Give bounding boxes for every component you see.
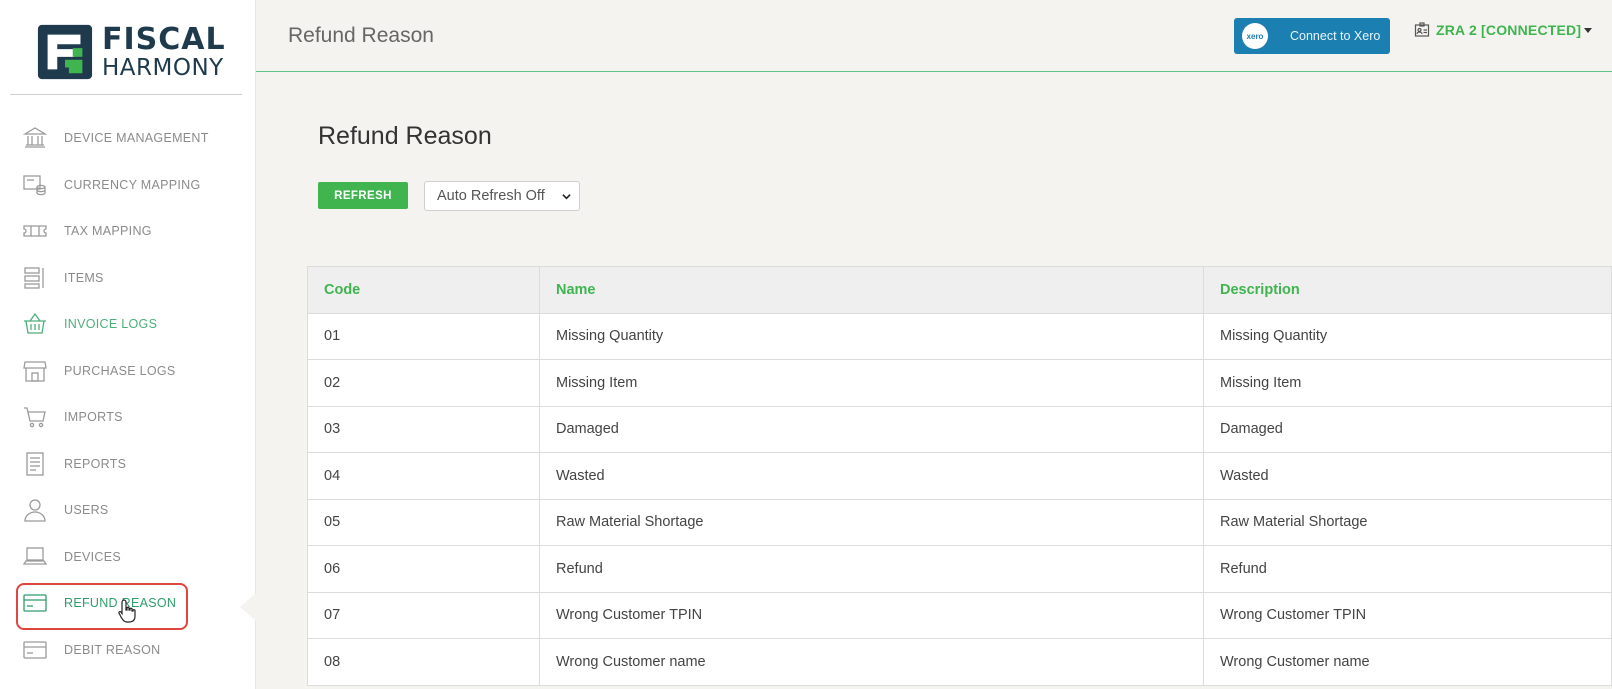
table-row[interactable]: 06 Refund Refund bbox=[307, 545, 1612, 593]
table-row[interactable]: 08 Wrong Customer name Wrong Customer na… bbox=[307, 638, 1612, 686]
cell-description: Wrong Customer name bbox=[1203, 638, 1612, 686]
brand-word-harmony: HARMONY bbox=[102, 54, 224, 81]
sidebar-item-reports[interactable]: REPORTS bbox=[0, 441, 256, 488]
currency-icon bbox=[22, 172, 48, 198]
table-row[interactable]: 03 Damaged Damaged bbox=[307, 406, 1612, 453]
ticket-icon bbox=[22, 218, 48, 244]
cell-description: Wasted bbox=[1203, 452, 1612, 500]
cell-description: Missing Item bbox=[1203, 359, 1612, 407]
sidebar-item-label: TAX MAPPING bbox=[64, 224, 152, 239]
sidebar-item-label: DEVICES bbox=[64, 549, 121, 564]
active-item-pointer bbox=[240, 593, 256, 621]
chevron-down-icon bbox=[562, 194, 571, 200]
column-header-description[interactable]: Description bbox=[1203, 266, 1612, 314]
cell-description: Wrong Customer TPIN bbox=[1203, 592, 1612, 639]
cell-description: Refund bbox=[1203, 545, 1612, 593]
brand-name: FISCAL HARMONY bbox=[102, 21, 226, 81]
id-badge-icon bbox=[1414, 22, 1430, 37]
brand-logo[interactable]: FISCAL HARMONY bbox=[36, 20, 226, 84]
sidebar-item-purchase-logs[interactable]: PURCHASE LOGS bbox=[0, 348, 256, 395]
sidebar-item-imports[interactable]: IMPORTS bbox=[0, 394, 256, 441]
bank-icon bbox=[22, 125, 48, 151]
sidebar: FISCAL HARMONY DEVICE MANAGEMENT CURRENC… bbox=[0, 0, 256, 689]
cell-name: Refund bbox=[539, 545, 1204, 593]
cell-name: Missing Item bbox=[539, 359, 1204, 407]
laptop-icon bbox=[22, 544, 48, 570]
sidebar-item-device-management[interactable]: DEVICE MANAGEMENT bbox=[0, 115, 256, 162]
cell-name: Raw Material Shortage bbox=[539, 499, 1204, 546]
cell-description: Missing Quantity bbox=[1203, 313, 1612, 360]
sidebar-item-label: IMPORTS bbox=[64, 410, 123, 425]
sidebar-item-label: ITEMS bbox=[64, 270, 104, 285]
sidebar-item-label: USERS bbox=[64, 503, 109, 518]
xero-button-label: Connect to Xero bbox=[1290, 29, 1381, 43]
auto-refresh-select[interactable]: Auto Refresh Off bbox=[424, 181, 580, 211]
xero-logo-icon: xero bbox=[1242, 23, 1268, 49]
device-status-label: ZRA 2 [CONNECTED] bbox=[1436, 22, 1582, 38]
page-title: Refund Reason bbox=[318, 122, 492, 150]
table-row[interactable]: 02 Missing Item Missing Item bbox=[307, 359, 1612, 407]
cell-code: 02 bbox=[307, 359, 540, 407]
header-title: Refund Reason bbox=[288, 24, 434, 47]
cell-name: Wrong Customer name bbox=[539, 638, 1204, 686]
sidebar-item-items[interactable]: ITEMS bbox=[0, 255, 256, 302]
refresh-button[interactable]: REFRESH bbox=[318, 182, 408, 209]
sidebar-item-label: CURRENCY MAPPING bbox=[64, 177, 201, 192]
brand-word-fiscal: FISCAL bbox=[102, 21, 226, 57]
sidebar-item-label: DEVICE MANAGEMENT bbox=[64, 131, 209, 146]
table-row[interactable]: 01 Missing Quantity Missing Quantity bbox=[307, 313, 1612, 360]
fiscal-harmony-logo-icon bbox=[37, 24, 93, 80]
hand-cursor-icon bbox=[118, 599, 136, 623]
cell-code: 03 bbox=[307, 406, 540, 453]
cell-code: 06 bbox=[307, 545, 540, 593]
sidebar-item-invoice-logs[interactable]: INVOICE LOGS bbox=[0, 301, 256, 348]
refund-reason-table: Code Name Description 01 Missing Quantit… bbox=[307, 266, 1612, 686]
sidebar-divider bbox=[10, 94, 242, 95]
cell-code: 08 bbox=[307, 638, 540, 686]
cell-name: Damaged bbox=[539, 406, 1204, 453]
list-icon bbox=[22, 265, 48, 291]
sidebar-item-debit-reason[interactable]: DEBIT REASON bbox=[0, 627, 256, 674]
connect-to-xero-button[interactable]: xero Connect to Xero bbox=[1234, 18, 1390, 54]
cell-name: Wrong Customer TPIN bbox=[539, 592, 1204, 639]
table-header-row: Code Name Description bbox=[307, 266, 1612, 314]
cell-code: 04 bbox=[307, 452, 540, 500]
sidebar-item-devices[interactable]: DEVICES bbox=[0, 534, 256, 581]
basket-icon bbox=[22, 311, 48, 337]
table-row[interactable]: 04 Wasted Wasted bbox=[307, 452, 1612, 500]
chevron-down-icon bbox=[1584, 27, 1593, 33]
sidebar-item-label: REPORTS bbox=[64, 456, 127, 471]
report-icon bbox=[22, 451, 48, 477]
top-header: Refund Reason xero Connect to Xero ZRA 2… bbox=[256, 0, 1612, 72]
cart-icon bbox=[22, 404, 48, 430]
table-row[interactable]: 05 Raw Material Shortage Raw Material Sh… bbox=[307, 499, 1612, 546]
column-header-name[interactable]: Name bbox=[539, 266, 1204, 314]
user-icon bbox=[22, 497, 48, 523]
cell-code: 05 bbox=[307, 499, 540, 546]
store-icon bbox=[22, 358, 48, 384]
card-icon bbox=[22, 637, 48, 663]
cell-description: Damaged bbox=[1203, 406, 1612, 453]
sidebar-item-label: INVOICE LOGS bbox=[64, 317, 158, 332]
cell-name: Missing Quantity bbox=[539, 313, 1204, 360]
cell-name: Wasted bbox=[539, 452, 1204, 500]
table-row[interactable]: 07 Wrong Customer TPIN Wrong Customer TP… bbox=[307, 592, 1612, 639]
column-header-code[interactable]: Code bbox=[307, 266, 540, 314]
sidebar-item-tax-mapping[interactable]: TAX MAPPING bbox=[0, 208, 256, 255]
cell-description: Raw Material Shortage bbox=[1203, 499, 1612, 546]
device-status-dropdown[interactable]: ZRA 2 [CONNECTED] bbox=[1414, 22, 1593, 38]
sidebar-nav: DEVICE MANAGEMENT CURRENCY MAPPING TAX M… bbox=[0, 115, 256, 673]
card-icon bbox=[22, 590, 48, 616]
auto-refresh-value: Auto Refresh Off bbox=[437, 188, 545, 204]
sidebar-item-currency-mapping[interactable]: CURRENCY MAPPING bbox=[0, 162, 256, 209]
sidebar-item-label: PURCHASE LOGS bbox=[64, 363, 176, 378]
sidebar-item-users[interactable]: USERS bbox=[0, 487, 256, 534]
sidebar-item-label: DEBIT REASON bbox=[64, 642, 161, 657]
cell-code: 01 bbox=[307, 313, 540, 360]
cell-code: 07 bbox=[307, 592, 540, 639]
